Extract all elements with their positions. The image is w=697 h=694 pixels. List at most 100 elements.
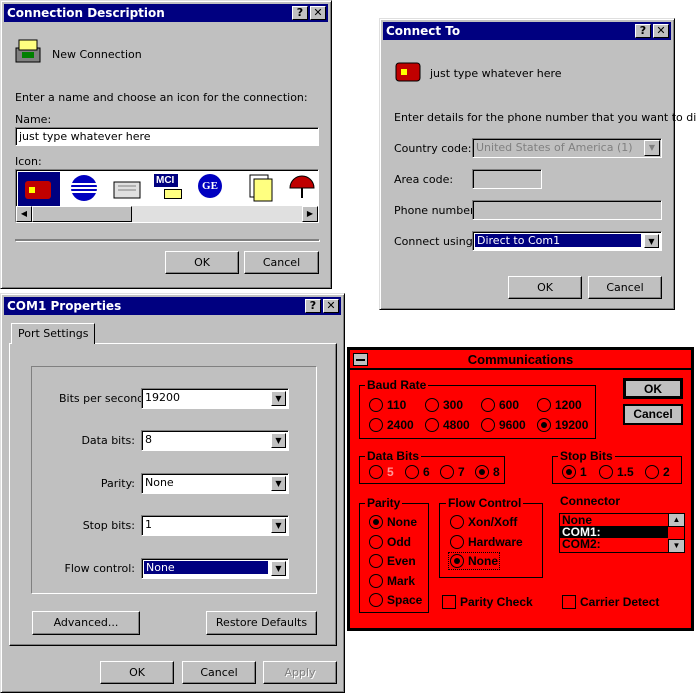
data-bits-select[interactable]: 8 ▼: [141, 430, 289, 451]
com1-properties-dialog: COM1 Properties ? ✕ Port Settings Bits p…: [0, 293, 345, 693]
separator: [15, 239, 319, 241]
parity-radio-selected[interactable]: None: [369, 515, 417, 529]
ok-button[interactable]: OK: [508, 276, 582, 299]
instruction-text: Enter a name and choose an icon for the …: [15, 91, 308, 104]
parity-radio[interactable]: Even: [369, 554, 416, 568]
modem-icon[interactable]: [110, 172, 146, 204]
ok-button[interactable]: OK: [165, 251, 239, 274]
selected-value: 19200: [145, 391, 180, 404]
baud-radio[interactable]: 2400: [369, 418, 414, 432]
chevron-down-icon[interactable]: ▼: [271, 476, 286, 491]
baud-radio[interactable]: 1200: [537, 398, 582, 412]
parity-radio[interactable]: Odd: [369, 535, 411, 549]
chevron-down-icon[interactable]: ▼: [644, 234, 659, 248]
ok-button[interactable]: OK: [623, 378, 683, 399]
area-code-input[interactable]: [472, 169, 542, 189]
baud-radio[interactable]: 9600: [481, 418, 526, 432]
stop-bits-radio-selected[interactable]: 1: [562, 465, 587, 479]
selected-value: None: [144, 561, 268, 574]
parity-select[interactable]: None ▼: [141, 473, 289, 494]
com1-titlebar: COM1 Properties ? ✕: [4, 297, 341, 315]
cancel-button[interactable]: Cancel: [588, 276, 662, 299]
close-button[interactable]: ✕: [323, 299, 339, 313]
help-button[interactable]: ?: [635, 24, 651, 38]
parity-label: Parity:: [100, 477, 135, 490]
dialog-title: COM1 Properties: [7, 299, 122, 313]
chevron-down-icon[interactable]: ▼: [271, 518, 286, 533]
mci-icon[interactable]: MCI: [154, 174, 186, 202]
flow-radio-selected[interactable]: None: [448, 552, 500, 570]
chevron-down-icon[interactable]: ▼: [271, 433, 286, 448]
data-bits-radio[interactable]: 7: [440, 465, 465, 479]
system-menu-icon[interactable]: [353, 353, 368, 366]
restore-defaults-button[interactable]: Restore Defaults: [206, 611, 317, 635]
globe-icon[interactable]: [66, 172, 102, 204]
connect-using-select[interactable]: Direct to Com1 ▼: [472, 231, 662, 251]
ge-icon[interactable]: GE: [198, 174, 230, 202]
data-bits-radio[interactable]: 6: [405, 465, 430, 479]
umbrella-icon[interactable]: [286, 172, 318, 204]
selected-value: 8: [145, 433, 152, 446]
ok-button[interactable]: OK: [100, 661, 174, 684]
phone-icon: [15, 39, 41, 63]
baud-radio[interactable]: 110: [369, 398, 406, 412]
parity-check-checkbox[interactable]: Parity Check: [442, 595, 533, 609]
stop-bits-radio[interactable]: 2: [645, 465, 670, 479]
parity-radio[interactable]: Space: [369, 593, 422, 607]
dialog-title: Connection Description: [7, 6, 165, 20]
baud-radio[interactable]: 4800: [425, 418, 470, 432]
bits-per-second-select[interactable]: 19200 ▼: [141, 388, 289, 409]
phone-icon-item[interactable]: [18, 172, 60, 206]
data-bits-radio-selected[interactable]: 8: [475, 465, 500, 479]
stop-bits-radio[interactable]: 1.5: [599, 465, 634, 479]
cancel-button[interactable]: Cancel: [182, 661, 256, 684]
flow-radio[interactable]: Xon/Xoff: [450, 515, 517, 529]
name-label: Name:: [15, 113, 52, 126]
apply-button[interactable]: Apply: [263, 661, 337, 684]
parity-radio[interactable]: Mark: [369, 574, 415, 588]
phone-number-input[interactable]: [472, 200, 662, 220]
icon-list[interactable]: MCI GE ◀ ▶: [15, 169, 319, 223]
parity-label: Parity: [365, 496, 403, 510]
connector-option[interactable]: COM2:: [560, 538, 684, 550]
chevron-down-icon[interactable]: ▼: [644, 140, 660, 156]
data-bits-radio[interactable]: 5: [369, 465, 394, 479]
connector-listbox[interactable]: None COM1: COM2: ▲ ▼: [559, 513, 685, 553]
data-bits-label: Data Bits: [365, 449, 422, 463]
scroll-up-icon[interactable]: ▲: [668, 514, 684, 527]
flow-control-select[interactable]: None ▼: [141, 558, 289, 579]
files-icon[interactable]: [242, 172, 278, 204]
stop-bits-select[interactable]: 1 ▼: [141, 515, 289, 536]
baud-radio[interactable]: 600: [481, 398, 519, 412]
scroll-down-icon[interactable]: ▼: [668, 539, 684, 552]
flow-radio[interactable]: Hardware: [450, 535, 523, 549]
advanced-button[interactable]: Advanced...: [32, 611, 140, 635]
connection-name-label: New Connection: [52, 48, 142, 61]
close-button[interactable]: ✕: [653, 24, 669, 38]
baud-radio-selected[interactable]: 19200: [537, 418, 588, 432]
dialog-title: Communications: [467, 352, 574, 367]
help-button[interactable]: ?: [292, 6, 308, 20]
selected-value: None: [145, 476, 174, 489]
carrier-detect-checkbox[interactable]: Carrier Detect: [562, 595, 659, 609]
help-button[interactable]: ?: [305, 299, 321, 313]
chevron-down-icon[interactable]: ▼: [271, 561, 286, 576]
name-input[interactable]: just type whatever here: [15, 127, 319, 146]
stop-bits-label: Stop bits:: [82, 519, 135, 532]
icon-scrollbar[interactable]: ◀ ▶: [16, 206, 318, 222]
phone-icon: [25, 181, 51, 199]
flow-control-label: Flow control:: [64, 562, 135, 575]
connect-to-dialog: Connect To ? ✕ just type whatever here E…: [379, 18, 697, 310]
data-bits-label: Data bits:: [81, 434, 135, 447]
country-code-select[interactable]: United States of America (1): [472, 138, 662, 158]
cancel-button[interactable]: Cancel: [244, 251, 319, 274]
cancel-button[interactable]: Cancel: [623, 404, 683, 425]
icon-label: Icon:: [15, 155, 42, 168]
communications-body: Communications Baud Rate 110 300 600 120…: [350, 350, 691, 628]
chevron-down-icon[interactable]: ▼: [271, 391, 286, 406]
baud-radio[interactable]: 300: [425, 398, 463, 412]
communications-titlebar: Communications: [350, 350, 691, 370]
tab-port-settings[interactable]: Port Settings: [11, 323, 96, 344]
close-button[interactable]: ✕: [310, 6, 326, 20]
selected-value: Direct to Com1: [475, 234, 641, 247]
